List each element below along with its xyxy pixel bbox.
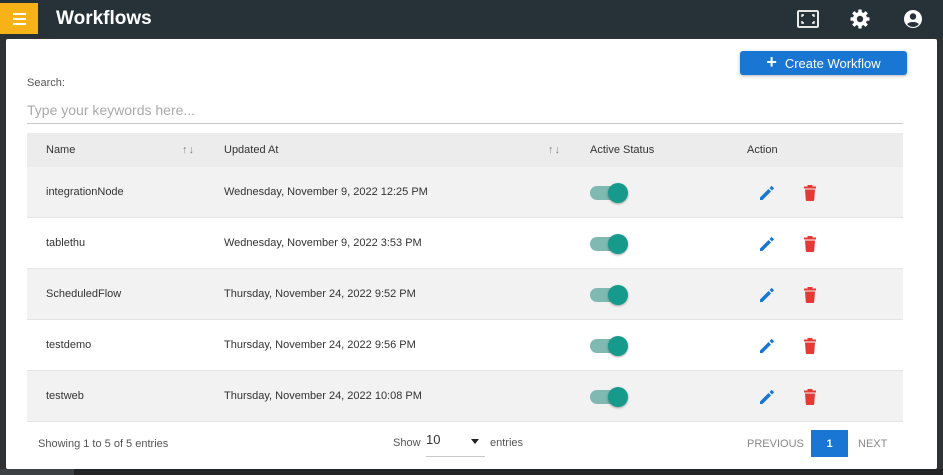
active-status-toggle[interactable] — [590, 285, 628, 305]
trash-icon — [804, 287, 816, 303]
bottom-strip — [0, 469, 943, 475]
active-status-toggle[interactable] — [590, 183, 628, 203]
show-label: Show — [393, 437, 421, 449]
workflow-name: integrationNode — [46, 186, 124, 198]
top-app-bar: Workflows — [0, 0, 943, 37]
pencil-icon — [760, 237, 774, 251]
delete-button[interactable] — [802, 235, 818, 253]
workflow-name: testdemo — [46, 339, 92, 351]
column-header-active-status: Active Status — [590, 144, 655, 156]
table-info: Showing 1 to 5 of 5 entries — [38, 438, 169, 450]
page-title: Workflows — [56, 8, 152, 29]
column-header-action: Action — [747, 144, 778, 156]
edit-button[interactable] — [758, 235, 776, 253]
workflow-name: ScheduledFlow — [46, 288, 122, 300]
create-workflow-label: Create Workflow — [784, 55, 881, 71]
entries-label: entries — [490, 437, 524, 449]
table-header: Name ↑↓ Updated At ↑↓ Active Status Acti… — [27, 133, 903, 167]
active-status-toggle[interactable] — [590, 336, 628, 356]
workflows-table: Name ↑↓ Updated At ↑↓ Active Status Acti… — [27, 133, 903, 422]
toggle-knob — [608, 387, 628, 407]
workflow-updated-at: Wednesday, November 9, 2022 3:53 PM — [224, 237, 422, 249]
pencil-icon — [760, 390, 774, 404]
table-row: ScheduledFlow Thursday, November 24, 202… — [27, 269, 903, 320]
table-row: testdemo Thursday, November 24, 2022 9:5… — [27, 320, 903, 371]
edit-button[interactable] — [758, 337, 776, 355]
workflow-name: testweb — [46, 390, 84, 402]
sort-icon[interactable]: ↑↓ — [548, 144, 561, 156]
edit-button[interactable] — [758, 286, 776, 304]
hamburger-icon — [12, 12, 26, 15]
table-row: tablethu Wednesday, November 9, 2022 3:5… — [27, 218, 903, 269]
trash-icon — [804, 389, 816, 405]
account-icon[interactable] — [902, 8, 924, 30]
pencil-icon — [760, 339, 774, 353]
active-status-toggle[interactable] — [590, 387, 628, 407]
search-label: Search: — [27, 77, 65, 89]
edit-button[interactable] — [758, 388, 776, 406]
workflow-updated-at: Thursday, November 24, 2022 10:08 PM — [224, 390, 422, 402]
bottom-strip-tab — [0, 469, 74, 475]
hamburger-icon-line — [12, 17, 26, 20]
create-workflow-button[interactable]: + Create Workflow — [740, 51, 907, 75]
hamburger-icon-line — [12, 22, 26, 25]
active-status-toggle[interactable] — [590, 234, 628, 254]
workflow-updated-at: Thursday, November 24, 2022 9:56 PM — [224, 339, 416, 351]
edit-button[interactable] — [758, 184, 776, 202]
trash-icon — [804, 236, 816, 252]
page-size-value: 10 — [426, 432, 441, 447]
toggle-knob — [608, 183, 628, 203]
pencil-icon — [760, 186, 774, 200]
plus-icon: + — [766, 52, 777, 72]
trash-icon — [804, 185, 816, 201]
toggle-knob — [608, 234, 628, 254]
next-page-button[interactable]: NEXT — [858, 438, 887, 450]
toggle-knob — [608, 336, 628, 356]
table-row: integrationNode Wednesday, November 9, 2… — [27, 167, 903, 218]
pencil-icon — [760, 288, 774, 302]
workflow-updated-at: Wednesday, November 9, 2022 12:25 PM — [224, 186, 428, 198]
delete-button[interactable] — [802, 388, 818, 406]
table-body: integrationNode Wednesday, November 9, 2… — [27, 167, 903, 422]
search-input[interactable] — [27, 96, 903, 124]
delete-button[interactable] — [802, 184, 818, 202]
page-size-select[interactable]: 10 — [426, 432, 485, 457]
sort-icon[interactable]: ↑↓ — [182, 144, 195, 156]
delete-button[interactable] — [802, 286, 818, 304]
fullscreen-icon[interactable] — [797, 8, 819, 30]
delete-button[interactable] — [802, 337, 818, 355]
table-row: testweb Thursday, November 24, 2022 10:0… — [27, 371, 903, 422]
workflow-updated-at: Thursday, November 24, 2022 9:52 PM — [224, 288, 416, 300]
toggle-knob — [608, 285, 628, 305]
workflow-name: tablethu — [46, 237, 86, 249]
column-header-name[interactable]: Name — [46, 144, 75, 156]
column-header-updated-at[interactable]: Updated At — [224, 144, 278, 156]
caret-down-icon — [471, 439, 479, 444]
previous-page-button[interactable]: PREVIOUS — [747, 438, 804, 450]
gear-icon[interactable] — [849, 8, 871, 30]
page-1-button[interactable]: 1 — [811, 430, 848, 457]
menu-button[interactable] — [0, 3, 38, 34]
trash-icon — [804, 338, 816, 354]
